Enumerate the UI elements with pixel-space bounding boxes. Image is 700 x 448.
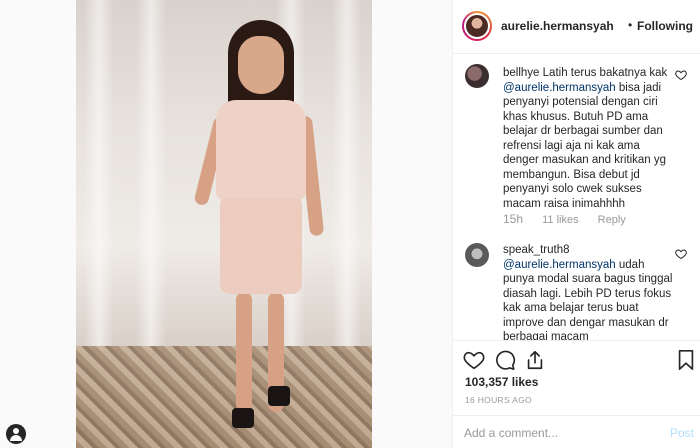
likes-count[interactable]: 103,357 likes [465, 375, 538, 389]
face [238, 36, 284, 94]
shoe [268, 386, 290, 406]
author-username[interactable]: aurelie.hermansyah [501, 19, 614, 33]
comment-text: Latih terus bakatnya kak [539, 67, 668, 79]
post-timestamp[interactable]: 16 HOURS AGO [465, 395, 532, 405]
user-icon[interactable] [6, 424, 26, 444]
curtain-fold [136, 0, 166, 350]
commenter-avatar[interactable] [465, 243, 489, 267]
instagram-post-page: aurelie.hermansyah • Following bellhye L… [0, 0, 700, 448]
leg [236, 292, 252, 412]
comment-meta: 15h 11 likes Reply [503, 212, 642, 226]
header-separator: • [628, 18, 633, 32]
post-actions: 103,357 likes 16 HOURS AGO Post [453, 340, 700, 448]
comment-mention[interactable]: @aurelie.hermansyah [503, 82, 616, 94]
reply-button[interactable]: Reply [598, 214, 626, 226]
add-comment-bar: Post [453, 415, 700, 448]
dress-top [216, 100, 306, 200]
comment-body: bellhye Latih terus bakatnya kak @aureli… [503, 66, 673, 211]
commenter-avatar[interactable] [465, 64, 489, 88]
post-photo[interactable] [76, 0, 372, 448]
comment-age[interactable]: 15h [503, 212, 523, 226]
comment-likes[interactable]: 11 likes [542, 214, 578, 226]
post-button[interactable]: Post [670, 426, 694, 440]
share-icon[interactable] [524, 349, 546, 371]
heart-icon[interactable] [675, 69, 687, 81]
comment-text: bisa jadi penyanyi potensial dengan ciri… [503, 81, 667, 210]
bookmark-icon[interactable] [675, 349, 697, 371]
comment-body: speak_truth8 @aurelie.hermansyah udah pun… [503, 243, 673, 340]
heart-icon[interactable] [463, 349, 485, 371]
commenter-username[interactable]: speak_truth8 [503, 244, 570, 256]
comment-icon[interactable] [494, 349, 516, 371]
commenter-username[interactable]: bellhye [503, 67, 539, 79]
dress-skirt [220, 198, 302, 294]
author-avatar[interactable] [462, 11, 492, 41]
curtain-fold [332, 0, 362, 350]
following-button[interactable]: Following [637, 19, 693, 33]
post-header: aurelie.hermansyah • Following [453, 0, 700, 54]
comment-mention[interactable]: @aurelie.hermansyah [503, 259, 616, 271]
shoe [232, 408, 254, 428]
comments-list[interactable]: bellhye Latih terus bakatnya kak @aureli… [453, 55, 700, 340]
heart-icon[interactable] [675, 248, 687, 260]
comment-input[interactable] [464, 424, 654, 442]
author-avatar-image [464, 13, 490, 39]
post-side-panel: aurelie.hermansyah • Following bellhye L… [452, 0, 700, 448]
curtain-fold [84, 0, 114, 350]
person-figure [193, 20, 325, 440]
